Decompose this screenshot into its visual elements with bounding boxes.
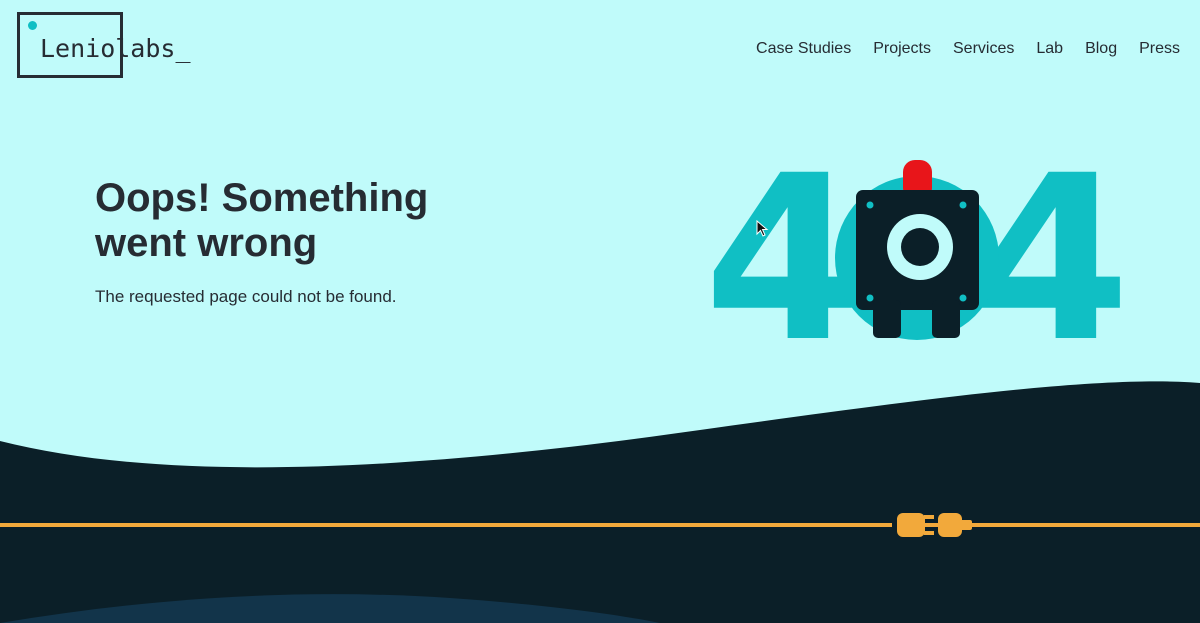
wave-background xyxy=(0,381,1200,623)
illustration: 4 4 xyxy=(0,126,1200,623)
mouse-pointer-icon xyxy=(756,220,769,237)
cable xyxy=(0,523,1200,527)
